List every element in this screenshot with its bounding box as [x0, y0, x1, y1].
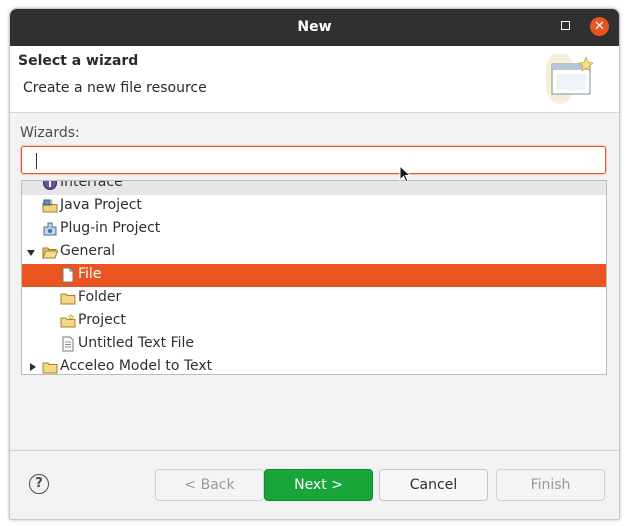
- tree-item-label: Plug-in Project: [60, 220, 161, 236]
- tree-item[interactable]: Untitled Text File: [22, 333, 606, 356]
- wizard-header: Select a wizard Create a new file resour…: [10, 46, 619, 113]
- chevron-down-icon[interactable]: [27, 250, 35, 256]
- tree-item[interactable]: Folder: [22, 287, 606, 310]
- close-button[interactable]: ✕: [590, 17, 609, 36]
- wizard-tree[interactable]: Interface J Java Project Plug-in Project Gen…: [21, 180, 607, 375]
- finish-button[interactable]: Finish: [496, 469, 605, 501]
- text-file-icon: [62, 336, 74, 352]
- project-icon: [60, 313, 76, 328]
- tree-item[interactable]: Plug-in Project: [22, 218, 606, 241]
- folder-open-icon: [42, 247, 58, 259]
- footer-divider: [10, 450, 619, 451]
- folder-icon: [60, 293, 76, 305]
- window-title: New: [297, 19, 332, 35]
- title-bar[interactable]: New ✕: [10, 9, 619, 46]
- java-project-icon: J: [42, 199, 58, 213]
- new-wizard-dialog: New ✕ Select a wizard Create a new file …: [9, 8, 620, 520]
- plugin-project-icon: [43, 222, 57, 236]
- wizards-label: Wizards:: [20, 125, 80, 141]
- tree-item[interactable]: J Java Project: [22, 195, 606, 218]
- back-button[interactable]: < Back: [155, 469, 264, 501]
- tree-item-label: File: [78, 266, 102, 282]
- chevron-right-icon[interactable]: [30, 363, 36, 371]
- tree-item-label: Untitled Text File: [78, 335, 195, 351]
- svg-text:J: J: [50, 199, 53, 206]
- new-wizard-banner-icon: [546, 54, 594, 104]
- file-icon: [62, 267, 74, 283]
- tree-item[interactable]: File: [22, 264, 606, 287]
- page-description: Create a new file resource: [23, 80, 207, 96]
- mouse-pointer-icon: [399, 165, 412, 183]
- interface-icon: [43, 181, 57, 190]
- folder-icon: [42, 362, 58, 374]
- cancel-button[interactable]: Cancel: [379, 469, 488, 501]
- tree-item-label: Interface: [60, 180, 123, 190]
- tree-item[interactable]: Project: [22, 310, 606, 333]
- tree-item-label: Java Project: [60, 197, 142, 213]
- page-title: Select a wizard: [18, 53, 139, 69]
- filter-text-field[interactable]: [30, 151, 590, 169]
- tree-item-label: Folder: [78, 289, 122, 305]
- tree-item[interactable]: Interface: [22, 180, 606, 195]
- tree-item[interactable]: Acceleo Model to Text: [22, 356, 606, 374]
- help-button[interactable]: ?: [29, 474, 49, 494]
- maximize-button[interactable]: [561, 21, 570, 30]
- text-caret: [36, 153, 37, 169]
- wizard-filter-input[interactable]: [21, 146, 606, 174]
- tree-item-label: Project: [78, 312, 126, 328]
- tree-item-label: Acceleo Model to Text: [60, 358, 213, 374]
- next-button[interactable]: Next >: [264, 469, 373, 501]
- tree-item-label: General: [60, 243, 116, 259]
- tree-item[interactable]: General: [22, 241, 606, 264]
